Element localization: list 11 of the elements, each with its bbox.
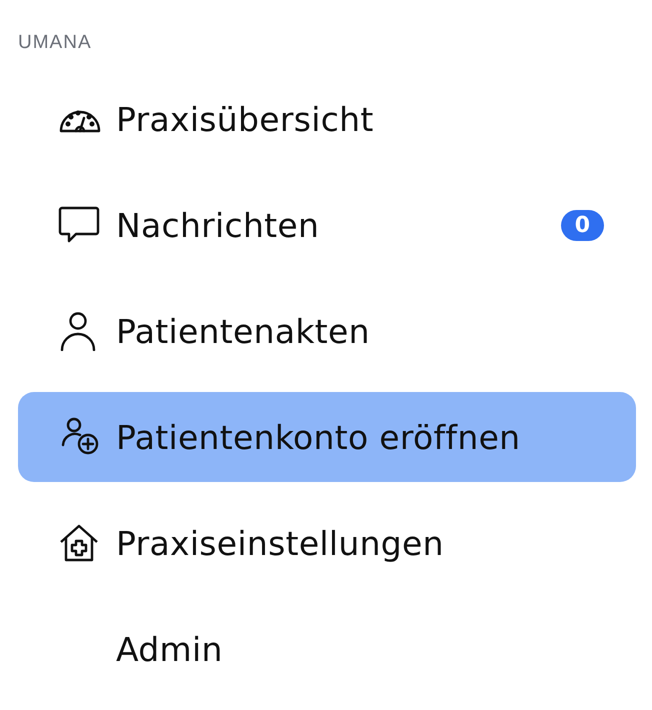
section-label: UMANA (18, 32, 93, 54)
count-badge: 0 (560, 210, 604, 240)
nav-item[interactable]: Praxisübersicht (18, 74, 636, 164)
nav-item[interactable]: Patientenakten (18, 286, 636, 376)
nav-item[interactable]: Admin (18, 604, 636, 694)
nav-item[interactable]: Patientenkonto eröffnen (18, 392, 636, 482)
nav-item[interactable]: Praxiseinstellungen (18, 498, 636, 588)
house-plus-icon (58, 523, 100, 563)
speech-bubble-icon (58, 205, 100, 245)
nav-item[interactable]: Nachrichten 0 (18, 180, 636, 270)
person-icon (58, 311, 98, 351)
